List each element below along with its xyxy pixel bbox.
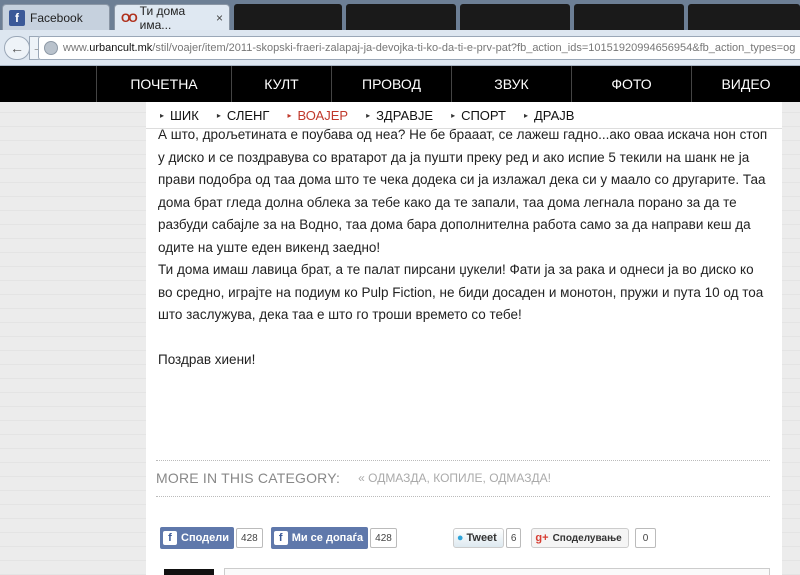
- sub-nav: ▸ ШИК ▸ СЛЕНГ ▸ ВОАЈЕР ▸ ЗДРАВЈЕ ▸ СПОРТ ▸ ДРА…: [146, 102, 782, 129]
- content-panel: и. А што, дрољетината е поубава од неа? …: [146, 102, 782, 575]
- nav-item-nightlife[interactable]: ПРОВОД: [332, 66, 452, 102]
- more-category-title: MORE IN THIS CATEGORY:: [156, 470, 341, 486]
- google-plus-share-button[interactable]: g+ Споделување: [531, 528, 629, 548]
- tab-blank[interactable]: [346, 4, 456, 30]
- google-plus-icon: g+: [535, 532, 549, 544]
- thumbnail[interactable]: [164, 569, 214, 575]
- tab-blank[interactable]: [574, 4, 684, 30]
- share-bar: f Сподели 428 f Ми се допаѓа 428 ● Tweet…: [160, 526, 664, 550]
- globe-icon: [44, 41, 58, 55]
- nav-item-photo[interactable]: ФОТО: [572, 66, 692, 102]
- sub-nav-label: ШИК: [170, 108, 199, 123]
- back-arrow-icon: ←: [10, 40, 24, 56]
- sub-nav-label: СПОРТ: [461, 108, 506, 123]
- sub-nav-label: ВОАЈЕР: [297, 108, 349, 123]
- google-plus-count: 0: [634, 528, 657, 548]
- related-article-link[interactable]: « ОДМАЗДА, КОПИЛЕ, ОДМАЗДА!: [358, 471, 551, 485]
- facebook-icon: f: [163, 531, 177, 545]
- nav-item-video[interactable]: ВИДЕО: [692, 66, 800, 102]
- article-greeting: Поздрав хиени!: [158, 351, 256, 367]
- nav-item-cult[interactable]: КУЛТ: [232, 66, 332, 102]
- nav-item-sound[interactable]: ЗВУК: [452, 66, 572, 102]
- divider: [156, 496, 770, 497]
- sub-nav-item-sport[interactable]: ▸ СПОРТ: [451, 108, 506, 123]
- sub-nav-item-chic[interactable]: ▸ ШИК: [160, 108, 199, 123]
- more-in-category: MORE IN THIS CATEGORY: « ОДМАЗДА, КОПИЛЕ…: [156, 468, 770, 488]
- tab-blank[interactable]: [234, 4, 342, 30]
- tab-facebook[interactable]: f Facebook: [2, 4, 110, 30]
- url-prefix: www.: [63, 42, 90, 54]
- tweet-label: Tweet: [466, 532, 497, 544]
- close-icon[interactable]: ×: [216, 11, 223, 25]
- sub-nav-item-slang[interactable]: ▸ СЛЕНГ: [217, 108, 270, 123]
- tab-urbancult[interactable]: OO Ти дома има... ×: [114, 3, 230, 32]
- tab-blank[interactable]: [460, 4, 570, 30]
- tab-label: Ти дома има...: [139, 3, 186, 32]
- bullet-icon: ▸: [160, 111, 165, 120]
- comment-box[interactable]: [224, 568, 770, 575]
- bullet-icon: ▸: [451, 111, 456, 120]
- tweet-count: 6: [505, 528, 522, 548]
- facebook-icon: f: [9, 9, 25, 26]
- facebook-like-button[interactable]: f Ми се допаѓа: [270, 527, 369, 549]
- tab-blank[interactable]: [688, 4, 800, 30]
- twitter-bird-icon: ●: [456, 532, 464, 544]
- facebook-like-label: Ми се допаѓа: [291, 532, 364, 544]
- sub-nav-label: СЛЕНГ: [226, 108, 270, 123]
- like-count: 428: [370, 528, 397, 548]
- google-plus-label: Споделување: [552, 532, 622, 544]
- bullet-icon: ▸: [366, 111, 371, 120]
- facebook-share-button[interactable]: f Сподели: [160, 527, 235, 549]
- browser-tab-bar: f Facebook OO Ти дома има... ×: [0, 0, 800, 32]
- article-body: и. А што, дрољетината е поубава од неа? …: [158, 115, 768, 371]
- bullet-icon: ▸: [216, 111, 221, 120]
- article-paragraph: Ти дома имаш лавица брат, а те палат пир…: [158, 262, 764, 322]
- sub-nav-label: ЗДРАВЈЕ: [376, 108, 434, 123]
- article-paragraph: А што, дрољетината е поубава од неа? Не …: [158, 127, 768, 255]
- sub-nav-item-voyeur[interactable]: ▸ ВОАЈЕР: [287, 108, 348, 123]
- back-button[interactable]: ←: [4, 36, 30, 60]
- sub-nav-item-health[interactable]: ▸ ЗДРАВЈЕ: [366, 108, 433, 123]
- share-count: 428: [236, 528, 263, 548]
- tab-label: Facebook: [30, 10, 83, 25]
- tweet-button[interactable]: ● Tweet: [452, 528, 504, 548]
- facebook-share-label: Сподели: [181, 532, 230, 544]
- url-input[interactable]: www. urbancult.mk/stil/voajer/item/2011-s…: [38, 36, 800, 60]
- facebook-icon: f: [273, 531, 288, 545]
- bullet-icon: ▸: [523, 111, 528, 120]
- nav-item-home[interactable]: ПОЧЕТНА: [96, 66, 232, 102]
- sub-nav-item-drive[interactable]: ▸ ДРАЈВ: [524, 108, 574, 123]
- bullet-icon: ▸: [287, 111, 292, 120]
- address-bar: ← → www.urbancult.mk/stil/voajer/item/20…: [0, 30, 800, 66]
- url-path: /stil/voajer/item/2011-skopski-fraeri-za…: [152, 42, 796, 54]
- main-nav: ПОЧЕТНА КУЛТ ПРОВОД ЗВУК ФОТО ВИДЕО: [0, 66, 800, 102]
- divider: [156, 460, 770, 461]
- sub-nav-label: ДРАЈВ: [533, 108, 575, 123]
- url-domain: urbancult.mk: [89, 42, 153, 54]
- urbancult-icon: OO: [121, 10, 138, 25]
